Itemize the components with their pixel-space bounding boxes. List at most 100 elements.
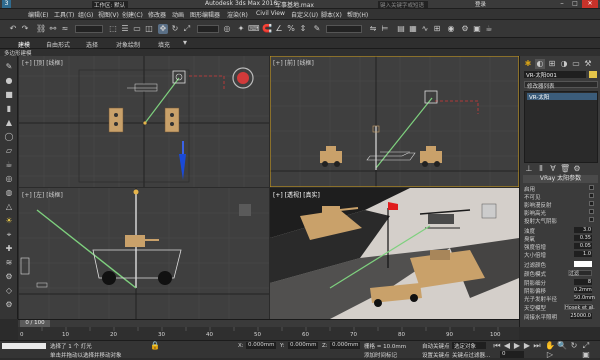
viewport-perspective-label[interactable]: [+] [透视] [真实]	[273, 190, 320, 199]
shadow-subdivs-spinner[interactable]: 8	[574, 279, 592, 285]
curve-editor-icon[interactable]: ∿	[420, 24, 430, 34]
shadow-bias-spinner[interactable]: 0.2mm	[574, 287, 592, 293]
viewport-perspective[interactable]: [+] [透视] [真实]	[270, 188, 519, 319]
menu-customize[interactable]: 自定义(U)	[291, 10, 318, 19]
reference-coord-dropdown[interactable]	[197, 25, 219, 33]
menu-group[interactable]: 组(G)	[78, 10, 93, 19]
menu-animation[interactable]: 动画	[172, 10, 184, 19]
display-tab-icon[interactable]: ▭	[571, 59, 581, 69]
utilities-tab-icon[interactable]: ⚒	[583, 59, 593, 69]
menu-views[interactable]: 视图(V)	[98, 10, 119, 19]
cylinder-icon[interactable]: ▮	[4, 104, 14, 114]
select-scale-icon[interactable]: ⤢	[182, 24, 192, 34]
link-icon[interactable]: ⛓	[36, 24, 46, 34]
autokey-button[interactable]: 自动关键点	[422, 342, 450, 350]
shape-icon[interactable]: ◇	[4, 286, 14, 296]
size-spinner[interactable]: 1.0	[574, 251, 592, 257]
user-login[interactable]: 登录	[475, 0, 486, 8]
rendered-frame-icon[interactable]: ▣	[472, 24, 482, 34]
redo-icon[interactable]: ↷	[20, 24, 30, 34]
motion-tab-icon[interactable]: ◑	[559, 59, 569, 69]
viewport-left-label[interactable]: [+] [左] [线框]	[22, 190, 63, 199]
viewport-top[interactable]: [+] [顶] [线框]	[19, 56, 269, 187]
pin-stack-icon[interactable]: ⊥	[524, 164, 534, 174]
maxscript-listener[interactable]	[2, 343, 46, 349]
menu-edit[interactable]: 编辑(E)	[28, 10, 48, 19]
y-coord-field[interactable]: 0.000mm	[288, 342, 318, 349]
menu-rendering[interactable]: 渲染(R)	[227, 10, 248, 19]
cone-icon[interactable]: ▲	[4, 118, 14, 128]
turbidity-spinner[interactable]: 3.0	[574, 227, 592, 233]
track-bar[interactable]: 0 10 20 30 40 50 60 70 80 90 100	[18, 327, 519, 340]
object-color-swatch[interactable]	[589, 71, 597, 78]
menu-help[interactable]: 帮助(H)	[347, 10, 368, 19]
geosphere-icon[interactable]: ◍	[4, 188, 14, 198]
selection-filter-dropdown[interactable]	[75, 25, 103, 33]
affect-specular-checkbox[interactable]	[589, 209, 594, 214]
close-icon[interactable]: ✕	[582, 0, 598, 8]
modifier-list-dropdown[interactable]: 修改器列表	[524, 81, 598, 90]
graphite-toggle-icon[interactable]: ▦	[408, 24, 418, 34]
play-icon[interactable]: ▶	[512, 341, 522, 351]
indirect-illum-spinner[interactable]: 25000.0	[570, 313, 592, 319]
invisible-checkbox[interactable]	[589, 193, 594, 198]
zoom-icon[interactable]: 🔍	[557, 341, 567, 351]
ozone-spinner[interactable]: 0.35	[574, 235, 592, 241]
ribbon-toggle-icon[interactable]: ▾	[180, 38, 190, 48]
plane-icon[interactable]: ▱	[4, 146, 14, 156]
show-end-result-icon[interactable]: Ⅱ	[536, 164, 546, 174]
x-coord-field[interactable]: 0.000mm	[246, 342, 276, 349]
material-editor-icon[interactable]: ◉	[446, 24, 456, 34]
enabled-checkbox[interactable]	[589, 185, 594, 190]
menu-modifiers[interactable]: 修改器	[148, 10, 166, 19]
selected-dropdown[interactable]: 选定对象	[452, 342, 486, 350]
current-frame-field[interactable]: 0	[500, 351, 524, 358]
camera-icon[interactable]: ⌖	[4, 230, 14, 240]
select-object-icon[interactable]: ⬚	[108, 24, 118, 34]
modify-tab-icon[interactable]: ◐	[535, 59, 545, 69]
schematic-view-icon[interactable]: ⊞	[432, 24, 442, 34]
sky-model-dropdown[interactable]: Hosek et al.	[564, 304, 595, 311]
remove-modifier-icon[interactable]: 🗑	[560, 164, 570, 174]
edit-named-selection-icon[interactable]: ✎	[312, 24, 322, 34]
settings-icon[interactable]: ⚙	[4, 300, 14, 310]
viewport-front-label[interactable]: [+] [前] [线框]	[273, 58, 314, 67]
systems-icon[interactable]: ⚙	[4, 272, 14, 282]
modifier-stack-item[interactable]: VR-太阳	[527, 93, 597, 101]
goto-start-icon[interactable]: ⏮	[492, 341, 502, 351]
photon-radius-spinner[interactable]: 50.0mm	[574, 295, 595, 301]
window-crossing-icon[interactable]: ◫	[144, 24, 154, 34]
configure-sets-icon[interactable]: ⚙	[572, 164, 582, 174]
time-slider[interactable]: 0 / 100	[18, 319, 519, 327]
viewport-left[interactable]: [+] [左] [线框]	[19, 188, 269, 319]
make-unique-icon[interactable]: ∀	[548, 164, 558, 174]
manipulate-icon[interactable]: ✦	[236, 24, 246, 34]
modifier-stack[interactable]: VR-太阳	[524, 91, 598, 163]
minimize-icon[interactable]: –	[556, 0, 568, 8]
menu-create[interactable]: 创建(C)	[122, 10, 143, 19]
sphere-icon[interactable]: ●	[4, 76, 14, 86]
cube-icon[interactable]: ■	[4, 90, 14, 100]
torus-icon[interactable]: ◯	[4, 132, 14, 142]
next-frame-icon[interactable]: ▶	[522, 341, 532, 351]
tab-modeling[interactable]: 建模	[18, 40, 30, 49]
z-coord-field[interactable]: 0.000mm	[330, 342, 360, 349]
app-logo-icon[interactable]: 3	[2, 0, 11, 8]
maximize-icon[interactable]: □	[569, 0, 581, 8]
menu-scripting[interactable]: 脚本(X)	[321, 10, 342, 19]
pyramid-icon[interactable]: △	[4, 202, 14, 212]
align-icon[interactable]: ⊨	[380, 24, 390, 34]
pivot-center-icon[interactable]: ◎	[222, 24, 232, 34]
orbit-icon[interactable]: ↻	[569, 341, 579, 351]
snaps-toggle-icon[interactable]: 🧲	[262, 24, 272, 34]
unlink-icon[interactable]: ⚯	[48, 24, 58, 34]
named-selection-dropdown[interactable]	[326, 25, 362, 33]
atmos-shadows-checkbox[interactable]	[589, 217, 594, 222]
prev-frame-icon[interactable]: ◀	[502, 341, 512, 351]
spinner-snap-icon[interactable]: ⇕	[298, 24, 308, 34]
hierarchy-tab-icon[interactable]: ⊞	[547, 59, 557, 69]
menu-civil-view[interactable]: Civil View	[256, 10, 285, 17]
tab-selection[interactable]: 选择	[86, 40, 98, 49]
rect-selection-icon[interactable]: ▭	[132, 24, 142, 34]
maximize-viewport-icon[interactable]: ▣	[581, 350, 591, 360]
